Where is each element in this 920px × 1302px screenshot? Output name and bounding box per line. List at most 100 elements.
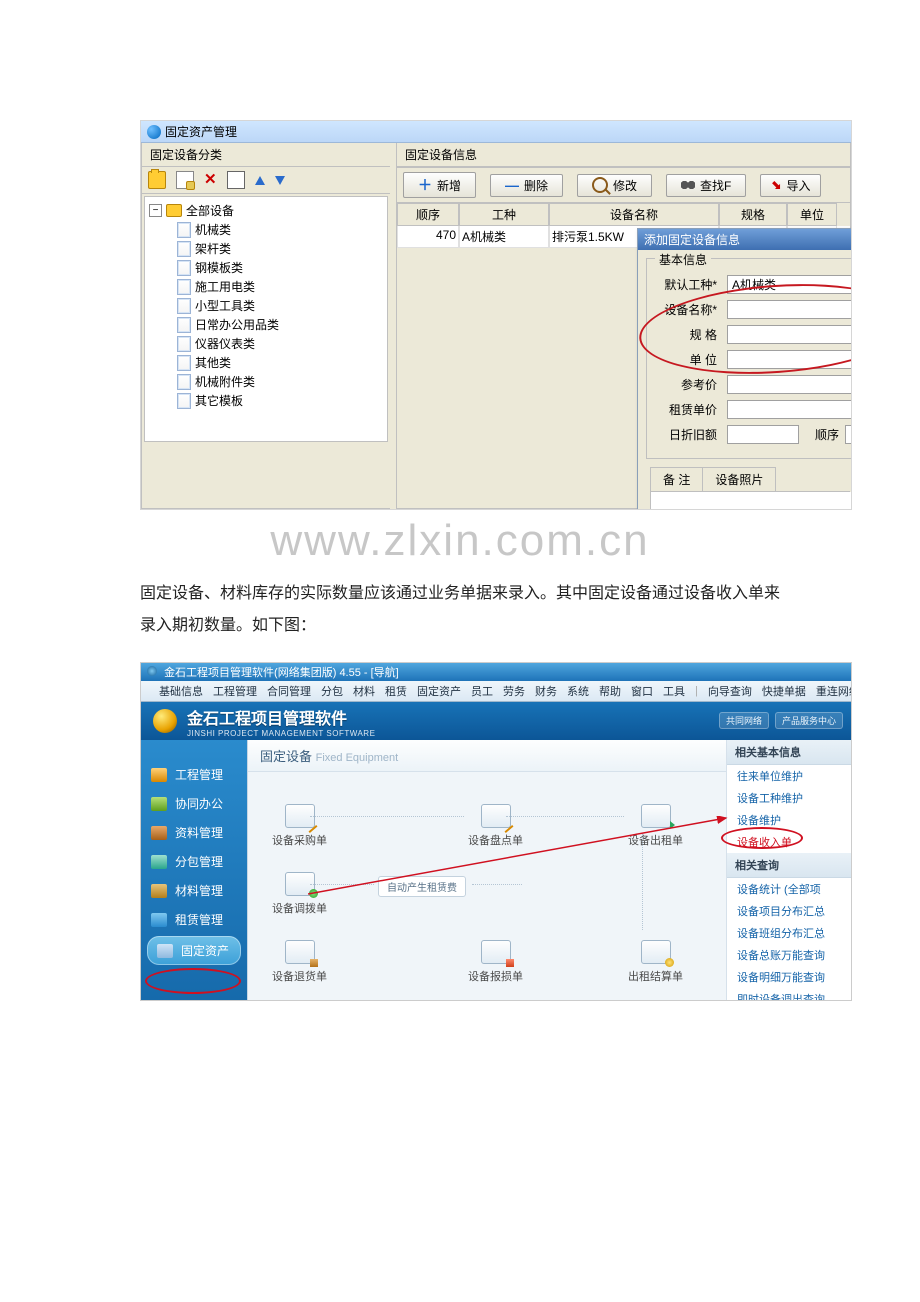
rp-heading-basic: 相关基本信息	[727, 740, 851, 765]
node-damage[interactable]: 设备报损单	[468, 940, 523, 984]
edit-category-icon[interactable]	[176, 171, 194, 189]
kind-select[interactable]: A机械类	[727, 275, 852, 294]
col-spec[interactable]: 规格	[719, 203, 787, 226]
calc-icon[interactable]	[227, 171, 245, 189]
side-icon	[151, 826, 167, 840]
workspace: 工程管理 协同办公 资料管理 分包管理 材料管理 租赁管理 固定资产 固定设备 …	[141, 740, 851, 1000]
tree-item[interactable]: 仪器仪表类	[177, 334, 383, 353]
tree-root[interactable]: − 全部设备	[149, 201, 383, 220]
rp-link-q[interactable]: 设备总账万能查询	[727, 944, 851, 966]
menu-item[interactable]: 员工	[471, 683, 493, 699]
menu-item[interactable]: 分包	[321, 683, 343, 699]
node-transfer[interactable]: 设备调拨单	[272, 872, 327, 916]
tree-item[interactable]: 小型工具类	[177, 296, 383, 315]
equipment-name-input[interactable]	[727, 300, 852, 319]
tab-remark[interactable]: 备 注	[650, 467, 703, 491]
menu-item[interactable]: 工程管理	[213, 683, 257, 699]
rp-link-income[interactable]: 设备收入单	[727, 831, 851, 853]
rp-link-q[interactable]: 设备明细万能查询	[727, 966, 851, 988]
side-item-rent[interactable]: 租赁管理	[141, 905, 247, 934]
new-folder-icon[interactable]	[148, 171, 166, 189]
menu-item[interactable]: 材料	[353, 683, 375, 699]
menu-item[interactable]: 系统	[567, 683, 589, 699]
side-item-project[interactable]: 工程管理	[141, 760, 247, 789]
side-item-data[interactable]: 资料管理	[141, 818, 247, 847]
side-item-asset[interactable]: 固定资产	[147, 936, 241, 965]
node-label: 设备退货单	[272, 968, 327, 984]
equipment-panel-title: 固定设备信息	[397, 143, 850, 167]
side-item-material[interactable]: 材料管理	[141, 876, 247, 905]
group-label: 基本信息	[655, 251, 711, 268]
doc-paragraph: 固定设备、材料库存的实际数量应该通过业务单据来录入。其中固定设备通过设备收入单来…	[140, 578, 780, 642]
banner-btn-net[interactable]: 共同网络	[719, 712, 769, 729]
menu-item[interactable]: 快捷单据	[762, 683, 806, 699]
tree-item[interactable]: 钢模板类	[177, 258, 383, 277]
col-seq[interactable]: 顺序	[397, 203, 459, 226]
doc-icon	[641, 940, 671, 964]
menu-item[interactable]: 劳务	[503, 683, 525, 699]
node-return[interactable]: 设备退货单	[272, 940, 327, 984]
tab-photo[interactable]: 设备照片	[702, 467, 776, 491]
rp-link-q[interactable]: 设备班组分布汇总	[727, 922, 851, 944]
tree-item[interactable]: 其他类	[177, 353, 383, 372]
tree-item-label: 机械附件类	[195, 373, 255, 390]
menu-item[interactable]: 财务	[535, 683, 557, 699]
add-button-label: 新增	[437, 177, 461, 194]
banner-btn-service[interactable]: 产品服务中心	[775, 712, 843, 729]
node-rentout[interactable]: 设备出租单	[628, 804, 683, 848]
watermark-text: www.zlxin.com.cn	[140, 516, 780, 566]
node-label: 设备调拨单	[272, 900, 327, 916]
tree-item[interactable]: 机械类	[177, 220, 383, 239]
rp-link-kind[interactable]: 设备工种维护	[727, 787, 851, 809]
depreciation-input[interactable]	[727, 425, 799, 444]
col-unit[interactable]: 单位	[787, 203, 837, 226]
menu-item[interactable]: 窗口	[631, 683, 653, 699]
menu-item[interactable]: 固定资产	[417, 683, 461, 699]
find-button[interactable]: 查找F	[666, 174, 746, 197]
node-settle[interactable]: 出租结算单	[628, 940, 683, 984]
banner-logo-icon	[153, 709, 177, 733]
rp-link-q[interactable]: 设备统计 (全部项	[727, 878, 851, 900]
tree-item[interactable]: 施工用电类	[177, 277, 383, 296]
menu-item[interactable]: 重连网络	[816, 683, 852, 699]
col-kind[interactable]: 工种	[459, 203, 549, 226]
plus-icon: ＋	[418, 175, 432, 195]
move-up-icon[interactable]	[255, 176, 265, 185]
node-inventory[interactable]: 设备盘点单	[468, 804, 523, 848]
col-name[interactable]: 设备名称	[549, 203, 719, 226]
add-button[interactable]: ＋ 新增	[403, 172, 476, 198]
tree-item[interactable]: 日常办公用品类	[177, 315, 383, 334]
delete-button[interactable]: —删除	[490, 174, 563, 197]
rp-link-q[interactable]: 设备项目分布汇总	[727, 900, 851, 922]
rp-link-unit[interactable]: 往来单位维护	[727, 765, 851, 787]
doc-icon	[285, 940, 315, 964]
tree-item[interactable]: 机械附件类	[177, 372, 383, 391]
menu-item[interactable]: 基础信息	[159, 683, 203, 699]
category-tree[interactable]: − 全部设备 机械类 架杆类 钢模板类 施工用电类 小型工具类 日常办公用品类 …	[144, 196, 388, 442]
menu-item[interactable]: 工具	[663, 683, 685, 699]
rp-link-q[interactable]: 即时设备调出查询	[727, 988, 851, 1001]
price-input[interactable]: 0	[727, 375, 852, 394]
tree-item[interactable]: 其它模板	[177, 391, 383, 410]
doc-icon	[177, 298, 191, 314]
side-item-sub[interactable]: 分包管理	[141, 847, 247, 876]
rent-input[interactable]: 0	[727, 400, 852, 419]
side-item-coop[interactable]: 协同办公	[141, 789, 247, 818]
node-purchase[interactable]: 设备采购单	[272, 804, 327, 848]
menu-item[interactable]: 租赁	[385, 683, 407, 699]
unit-select[interactable]	[727, 350, 852, 369]
move-down-icon[interactable]	[275, 176, 285, 185]
delete-category-icon[interactable]: ✕	[204, 173, 217, 187]
spec-input[interactable]	[727, 325, 852, 344]
menu-item[interactable]: 向导查询	[708, 683, 752, 699]
tree-item-label: 其他类	[195, 354, 231, 371]
edit-button[interactable]: 修改	[577, 174, 652, 197]
seq-input[interactable]: 9999	[845, 425, 852, 444]
menu-item[interactable]: 帮助	[599, 683, 621, 699]
tree-item[interactable]: 架杆类	[177, 239, 383, 258]
import-button[interactable]: ⬊导入	[760, 174, 821, 197]
basic-info-group: 基本信息 默认工种* A机械类 设备名称* 规 格 单 位 参考价0	[646, 258, 852, 459]
menu-item[interactable]: 合同管理	[267, 683, 311, 699]
collapse-icon[interactable]: −	[149, 204, 162, 217]
label-rent: 租赁单价	[655, 401, 721, 418]
